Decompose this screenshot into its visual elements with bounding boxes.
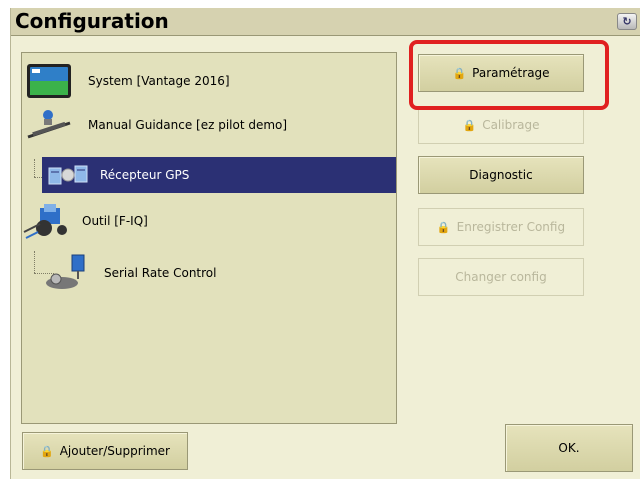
gps-receiver-icon [48,165,88,185]
ok-label: OK. [558,441,580,455]
lock-icon: 🔒 [436,220,451,234]
calibrage-button[interactable]: 🔒 Calibrage [418,106,584,144]
refresh-icon[interactable]: ↻ [617,13,637,30]
guidance-icon [27,110,71,139]
tractor-implement-icon [23,204,67,239]
ok-button[interactable]: OK. [505,424,633,472]
tree-connector [34,251,35,273]
tree-item-label: Serial Rate Control [104,266,217,280]
highlight-annotation [409,40,609,110]
tree-item-outil[interactable]: Outil [F-IQ] [22,203,396,239]
title-bar: Configuration ↻ [11,8,640,36]
tree-item-serial-rate-control[interactable]: Serial Rate Control [42,253,396,293]
window-title: Configuration [15,9,169,33]
tree-item-label: Outil [F-IQ] [82,214,148,228]
lock-icon: 🔒 [462,118,477,132]
diagnostic-button[interactable]: Diagnostic [418,156,584,194]
tree-connector [34,159,35,177]
rate-control-icon [46,254,85,289]
changer-config-button[interactable]: Changer config [418,258,584,296]
ajouter-supprimer-button[interactable]: 🔒 Ajouter/Supprimer [22,432,188,470]
tree-item-label: Manual Guidance [ez pilot demo] [88,118,288,132]
tree-item-label: Récepteur GPS [100,168,190,182]
enregistrer-config-button[interactable]: 🔒 Enregistrer Config [418,208,584,246]
ajouter-supprimer-label: Ajouter/Supprimer [59,444,170,458]
enregistrer-config-label: Enregistrer Config [456,220,566,234]
device-tree-panel: System [Vantage 2016] Manual Guidance [e… [21,52,397,424]
tree-item-label: System [Vantage 2016] [88,74,230,88]
calibrage-label: Calibrage [482,118,540,132]
tree-item-gps-receiver[interactable]: Récepteur GPS [42,157,396,193]
lock-icon: 🔒 [40,444,54,458]
tree-item-system[interactable]: System [Vantage 2016] [26,63,400,99]
diagnostic-label: Diagnostic [469,168,533,182]
display-terminal-icon [27,64,71,98]
configuration-window: Configuration ↻ System [Vantage 2016] Ma… [10,8,640,479]
tree-item-manual-guidance[interactable]: Manual Guidance [ez pilot demo] [26,107,400,143]
changer-config-label: Changer config [455,270,547,284]
